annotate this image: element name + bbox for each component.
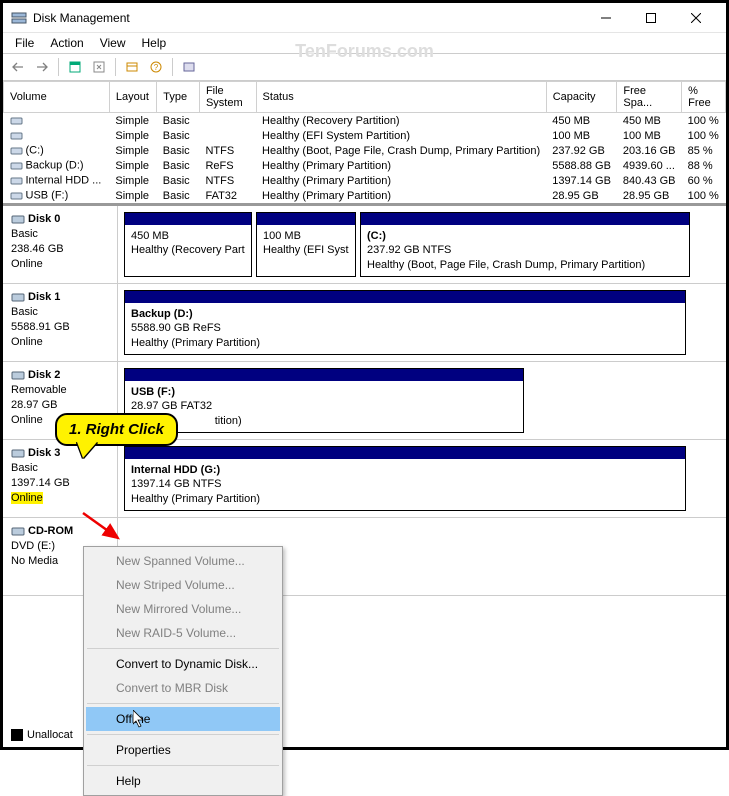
- toolbar: ?: [3, 53, 726, 81]
- partition[interactable]: (C:)237.92 GB NTFSHealthy (Boot, Page Fi…: [360, 212, 690, 277]
- volume-icon: [10, 129, 23, 142]
- disk-icon: [11, 446, 25, 460]
- cursor-icon: [133, 710, 149, 730]
- volume-row[interactable]: Internal HDD ...SimpleBasicNTFSHealthy (…: [4, 173, 726, 188]
- titlebar: Disk Management: [3, 3, 726, 33]
- partition[interactable]: 450 MBHealthy (Recovery Partitio: [124, 212, 252, 277]
- annotation-arrow: [78, 508, 128, 548]
- menu-separator: [87, 765, 279, 766]
- column-header[interactable]: File System: [199, 82, 256, 113]
- volume-row[interactable]: USB (F:)SimpleBasicFAT32Healthy (Primary…: [4, 188, 726, 203]
- partition[interactable]: Internal HDD (G:)1397.14 GB NTFSHealthy …: [124, 446, 686, 511]
- volume-icon: [10, 144, 23, 157]
- disk-partitions: 450 MBHealthy (Recovery Partitio100 MBHe…: [118, 206, 726, 283]
- context-menu-item: New Striped Volume...: [86, 573, 280, 597]
- disk-label-area[interactable]: Disk 3Basic1397.14 GBOnline: [3, 440, 118, 517]
- disk-label-area[interactable]: Disk 1Basic5588.91 GBOnline: [3, 284, 118, 361]
- toolbar-btn-2[interactable]: [121, 56, 143, 78]
- callout-right-click: 1. Right Click: [55, 413, 178, 446]
- window-title: Disk Management: [33, 11, 583, 25]
- menu-view[interactable]: View: [92, 34, 134, 52]
- context-menu-item: New Spanned Volume...: [86, 549, 280, 573]
- volume-icon: [10, 114, 23, 127]
- legend: Unallocat: [11, 729, 73, 741]
- column-header[interactable]: Capacity: [546, 82, 617, 113]
- column-header[interactable]: Status: [256, 82, 546, 113]
- volume-row[interactable]: SimpleBasicHealthy (EFI System Partition…: [4, 128, 726, 143]
- disk-label-area[interactable]: Disk 0Basic238.46 GBOnline: [3, 206, 118, 283]
- context-menu-item[interactable]: Help: [86, 769, 280, 793]
- menu-file[interactable]: File: [7, 34, 42, 52]
- menu-separator: [87, 648, 279, 649]
- legend-label: Unallocat: [27, 729, 73, 741]
- disk-icon: [11, 212, 25, 226]
- close-button[interactable]: [673, 3, 718, 32]
- disk-partitions: Internal HDD (G:)1397.14 GB NTFSHealthy …: [118, 440, 726, 517]
- maximize-button[interactable]: [628, 3, 673, 32]
- svg-text:?: ?: [154, 63, 159, 72]
- column-header[interactable]: Type: [157, 82, 200, 113]
- volume-row[interactable]: (C:)SimpleBasicNTFSHealthy (Boot, Page F…: [4, 143, 726, 158]
- disk-icon: [11, 524, 25, 538]
- column-header[interactable]: Free Spa...: [617, 82, 682, 113]
- context-menu-item[interactable]: Properties: [86, 738, 280, 762]
- help-button[interactable]: ?: [145, 56, 167, 78]
- menu-separator: [87, 703, 279, 704]
- menu-help[interactable]: Help: [134, 34, 175, 52]
- volume-list[interactable]: VolumeLayoutTypeFile SystemStatusCapacit…: [3, 81, 726, 203]
- disk-row[interactable]: Disk 3Basic1397.14 GBOnlineInternal HDD …: [3, 440, 726, 518]
- context-menu-item[interactable]: Convert to Dynamic Disk...: [86, 652, 280, 676]
- disk-icon: [11, 290, 25, 304]
- context-menu-item[interactable]: Offline: [86, 707, 280, 731]
- disk-row[interactable]: Disk 0Basic238.46 GBOnline450 MBHealthy …: [3, 206, 726, 284]
- app-icon: [11, 10, 27, 26]
- menu-action[interactable]: Action: [42, 34, 91, 52]
- column-header[interactable]: Layout: [109, 82, 156, 113]
- minimize-button[interactable]: [583, 3, 628, 32]
- context-menu-item: Convert to MBR Disk: [86, 676, 280, 700]
- context-menu-item: New Mirrored Volume...: [86, 597, 280, 621]
- disk-partitions: Backup (D:)5588.90 GB ReFSHealthy (Prima…: [118, 284, 726, 361]
- disk-row[interactable]: Disk 1Basic5588.91 GBOnlineBackup (D:)55…: [3, 284, 726, 362]
- disk-partitions: USB (F:)28.97 GB FAT32Healt tition): [118, 362, 726, 439]
- volume-icon: [10, 174, 23, 187]
- toolbar-btn-1[interactable]: [64, 56, 86, 78]
- back-button[interactable]: [7, 56, 29, 78]
- menu-separator: [87, 734, 279, 735]
- column-header[interactable]: % Free: [682, 82, 726, 113]
- volume-icon: [10, 189, 23, 202]
- disk-icon: [11, 368, 25, 382]
- context-menu[interactable]: New Spanned Volume...New Striped Volume.…: [83, 546, 283, 796]
- volume-row[interactable]: SimpleBasicHealthy (Recovery Partition)4…: [4, 113, 726, 129]
- toolbar-btn-3[interactable]: [178, 56, 200, 78]
- volume-icon: [10, 159, 23, 172]
- menubar: File Action View Help: [3, 33, 726, 53]
- refresh-button[interactable]: [88, 56, 110, 78]
- context-menu-item: New RAID-5 Volume...: [86, 621, 280, 645]
- forward-button[interactable]: [31, 56, 53, 78]
- volume-row[interactable]: Backup (D:)SimpleBasicReFSHealthy (Prima…: [4, 158, 726, 173]
- partition[interactable]: Backup (D:)5588.90 GB ReFSHealthy (Prima…: [124, 290, 686, 355]
- partition[interactable]: USB (F:)28.97 GB FAT32Healt tition): [124, 368, 524, 433]
- legend-swatch: [11, 729, 23, 741]
- column-header[interactable]: Volume: [4, 82, 110, 113]
- partition[interactable]: 100 MBHealthy (EFI System: [256, 212, 356, 277]
